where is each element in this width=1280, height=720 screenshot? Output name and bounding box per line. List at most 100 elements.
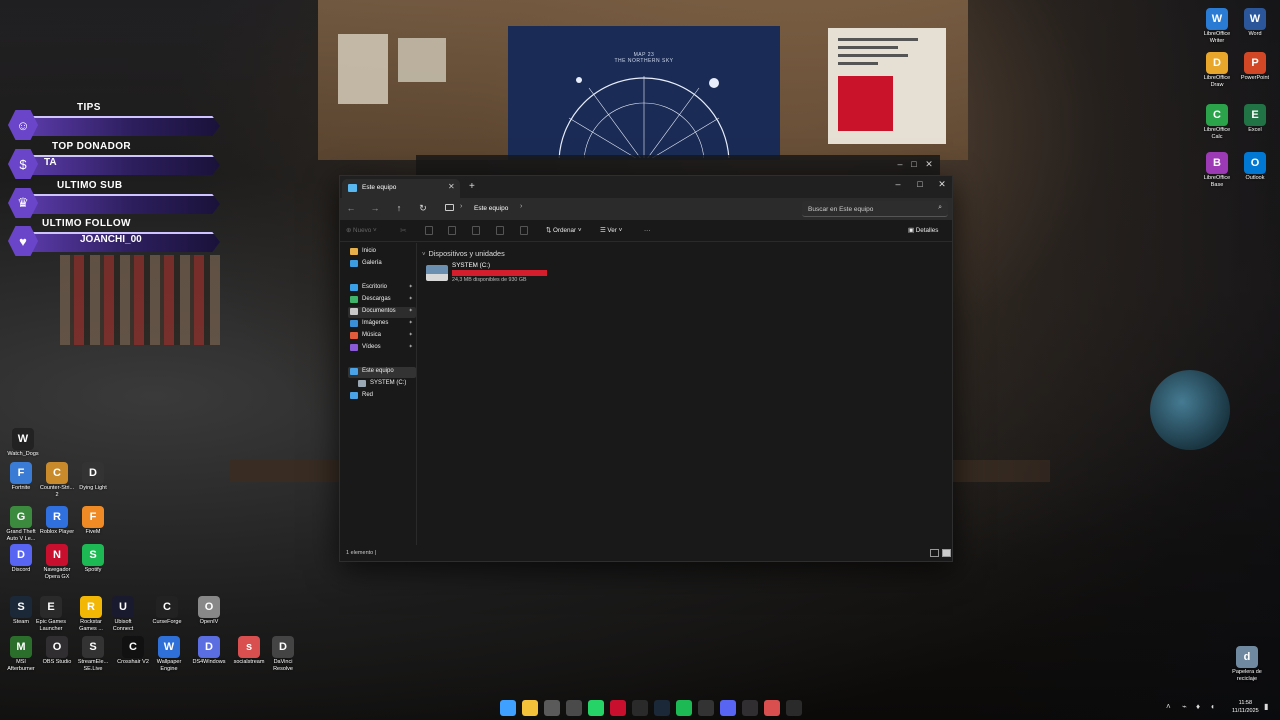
copy-icon[interactable] bbox=[425, 226, 433, 235]
chrome-icon[interactable] bbox=[566, 700, 582, 716]
search-icon[interactable]: ⌕ bbox=[938, 204, 942, 212]
paste-icon[interactable] bbox=[448, 226, 456, 235]
maximize-button[interactable]: □ bbox=[910, 179, 930, 189]
maximize-icon[interactable]: □ bbox=[906, 155, 922, 173]
desktop-icon[interactable]: D DaVinci Resolve bbox=[264, 636, 302, 672]
desktop-icon[interactable]: D Dying Light bbox=[74, 462, 112, 492]
desktop-icon[interactable]: W Word bbox=[1236, 8, 1274, 38]
desktop-icon[interactable]: M MSI Afterburner bbox=[2, 636, 40, 672]
desktop-icon[interactable]: N Navegador Opera GX bbox=[38, 544, 76, 580]
file-explorer-icon[interactable] bbox=[522, 700, 538, 716]
close-icon[interactable]: ✕ bbox=[921, 155, 937, 173]
sidebar-item-this-pc[interactable]: Este equipo bbox=[348, 367, 416, 378]
desktop-icon[interactable]: S Spotify bbox=[74, 544, 112, 574]
tiles-view-icon[interactable] bbox=[942, 549, 951, 557]
sidebar-item-videos[interactable]: Vídeos ✦ bbox=[348, 343, 416, 354]
clock[interactable]: 11:58 11/11/2025 bbox=[1232, 699, 1259, 715]
sidebar-item-home[interactable]: Inicio bbox=[348, 247, 416, 258]
desktop-icon[interactable]: W Wallpaper Engine bbox=[150, 636, 188, 672]
terminal-icon[interactable] bbox=[698, 700, 714, 716]
desktop-icon[interactable]: C Counter-Stri... 2 bbox=[38, 462, 76, 498]
close-button[interactable]: ✕ bbox=[932, 179, 952, 190]
desktop-icon[interactable]: B LibreOffice Base bbox=[1198, 152, 1236, 188]
libreoffice-writer-icon: W bbox=[1206, 8, 1228, 30]
opera-gx-icon[interactable] bbox=[610, 700, 626, 716]
socialstream-icon[interactable] bbox=[764, 700, 780, 716]
volume-icon[interactable]: ◖ bbox=[1210, 702, 1215, 711]
group-header[interactable]: ˅ Dispositivos y unidades bbox=[422, 249, 505, 258]
details-button[interactable]: ▣ Detalles bbox=[908, 227, 938, 234]
desktop-icon[interactable]: F FiveM bbox=[74, 506, 112, 536]
start-icon[interactable] bbox=[500, 700, 516, 716]
tab-este-equipo[interactable]: Este equipo ✕ bbox=[342, 179, 460, 198]
desktop-icon[interactable]: C CurseForge bbox=[148, 596, 186, 626]
status-bar: 1 elemento | bbox=[340, 547, 952, 561]
desktop-icon[interactable]: O OBS Studio bbox=[38, 636, 76, 666]
desktop-icon[interactable]: E Epic Games Launcher bbox=[32, 596, 70, 632]
address-bar[interactable]: › Este equipo › bbox=[440, 201, 796, 217]
new-tab-button[interactable]: + bbox=[469, 181, 475, 192]
network-tray-icon[interactable]: ⌁ bbox=[1182, 702, 1187, 711]
forward-icon[interactable]: → bbox=[368, 203, 382, 213]
sidebar-item-download[interactable]: Descargas ✦ bbox=[348, 295, 416, 306]
rename-icon[interactable] bbox=[472, 226, 480, 235]
sidebar-item-documents[interactable]: Documentos ✦ bbox=[348, 307, 416, 318]
new-button[interactable]: ⊕ Nuevo ˅ bbox=[346, 227, 377, 234]
desktop-icon[interactable]: P PowerPoint bbox=[1236, 52, 1274, 82]
desktop-icon[interactable]: D LibreOffice Draw bbox=[1198, 52, 1236, 88]
sidebar-item-gallery[interactable]: Galería bbox=[348, 259, 416, 270]
back-icon[interactable]: ← bbox=[344, 203, 358, 213]
close-tab-icon[interactable]: ✕ bbox=[448, 182, 455, 191]
desktop-icon[interactable]: W Watch_Dogs bbox=[4, 428, 42, 458]
spotify-icon[interactable] bbox=[676, 700, 692, 716]
desktop-icon-label: LibreOffice Calc bbox=[1203, 127, 1231, 140]
desktop-icon[interactable]: W LibreOffice Writer bbox=[1198, 8, 1236, 44]
desktop-icon[interactable]: S StreamEle... SE.Live bbox=[74, 636, 112, 672]
desktop-icon[interactable]: R Roblox Player bbox=[38, 506, 76, 536]
epic-games-icon[interactable] bbox=[632, 700, 648, 716]
view-button[interactable]: ☰ Ver ˅ bbox=[600, 227, 622, 234]
desktop-icon[interactable]: s socialstream bbox=[230, 636, 268, 666]
discord-icon[interactable] bbox=[720, 700, 736, 716]
sidebar-item-network[interactable]: Red bbox=[348, 391, 416, 402]
minimize-button[interactable]: – bbox=[888, 179, 908, 189]
search-input[interactable] bbox=[808, 203, 928, 215]
search-box[interactable]: ⌕ bbox=[802, 201, 948, 217]
refresh-icon[interactable]: ↻ bbox=[416, 203, 430, 214]
desktop-icon[interactable]: U Ubisoft Connect bbox=[104, 596, 142, 632]
desktop-icon[interactable]: O Outlook bbox=[1236, 152, 1274, 182]
desktop-icon[interactable]: G Grand Theft Auto V Le... bbox=[2, 506, 40, 542]
desktop-icon[interactable]: C LibreOffice Calc bbox=[1198, 104, 1236, 140]
whatsapp-icon[interactable] bbox=[588, 700, 604, 716]
up-icon[interactable]: ↑ bbox=[392, 203, 406, 213]
chevron-right-icon[interactable]: › bbox=[520, 203, 522, 210]
sidebar-item-desktop[interactable]: Escritorio ✦ bbox=[348, 283, 416, 294]
desktop-icon[interactable]: F Fortnite bbox=[2, 462, 40, 492]
sort-button[interactable]: ⇅ Ordenar ˅ bbox=[546, 227, 582, 234]
sidebar-item-music[interactable]: Música ✦ bbox=[348, 331, 416, 342]
epic-icon[interactable] bbox=[786, 700, 802, 716]
chevron-up-icon[interactable]: ˄ bbox=[1166, 702, 1171, 711]
more-options-button[interactable]: ··· bbox=[644, 227, 650, 234]
drive-system-c[interactable]: SYSTEM (C:) 24,3 MB disponibles de 930 G… bbox=[426, 262, 556, 286]
delete-icon[interactable] bbox=[520, 226, 528, 235]
desktop-icon[interactable]: d Papelera de reciclaje bbox=[1228, 646, 1266, 682]
details-view-icon[interactable] bbox=[930, 549, 939, 557]
cut-icon[interactable]: ✂ bbox=[400, 226, 408, 235]
screen-capture-icon[interactable] bbox=[544, 700, 560, 716]
sidebar-item-drive[interactable]: SYSTEM (C:) bbox=[356, 379, 424, 390]
obs-icon[interactable] bbox=[742, 700, 758, 716]
microphone-icon[interactable]: ♦ bbox=[1196, 702, 1200, 711]
sidebar-item-pictures[interactable]: Imágenes ✦ bbox=[348, 319, 416, 330]
steam-icon[interactable] bbox=[654, 700, 670, 716]
desktop-icon[interactable]: D Discord bbox=[2, 544, 40, 574]
desktop-icon[interactable]: E Excel bbox=[1236, 104, 1274, 134]
desktop-icon[interactable]: O OpenIV bbox=[190, 596, 228, 626]
breadcrumb[interactable]: Este equipo bbox=[474, 205, 508, 212]
chevron-right-icon[interactable]: › bbox=[460, 203, 462, 210]
share-icon[interactable] bbox=[496, 226, 504, 235]
desktop-icon[interactable]: D DS4Windows bbox=[190, 636, 228, 666]
notification-icon[interactable]: ▮ bbox=[1264, 702, 1268, 711]
desktop-icon-label: Grand Theft Auto V Le... bbox=[6, 529, 36, 542]
desktop-icon[interactable]: C Crosshair V2 bbox=[114, 636, 152, 666]
